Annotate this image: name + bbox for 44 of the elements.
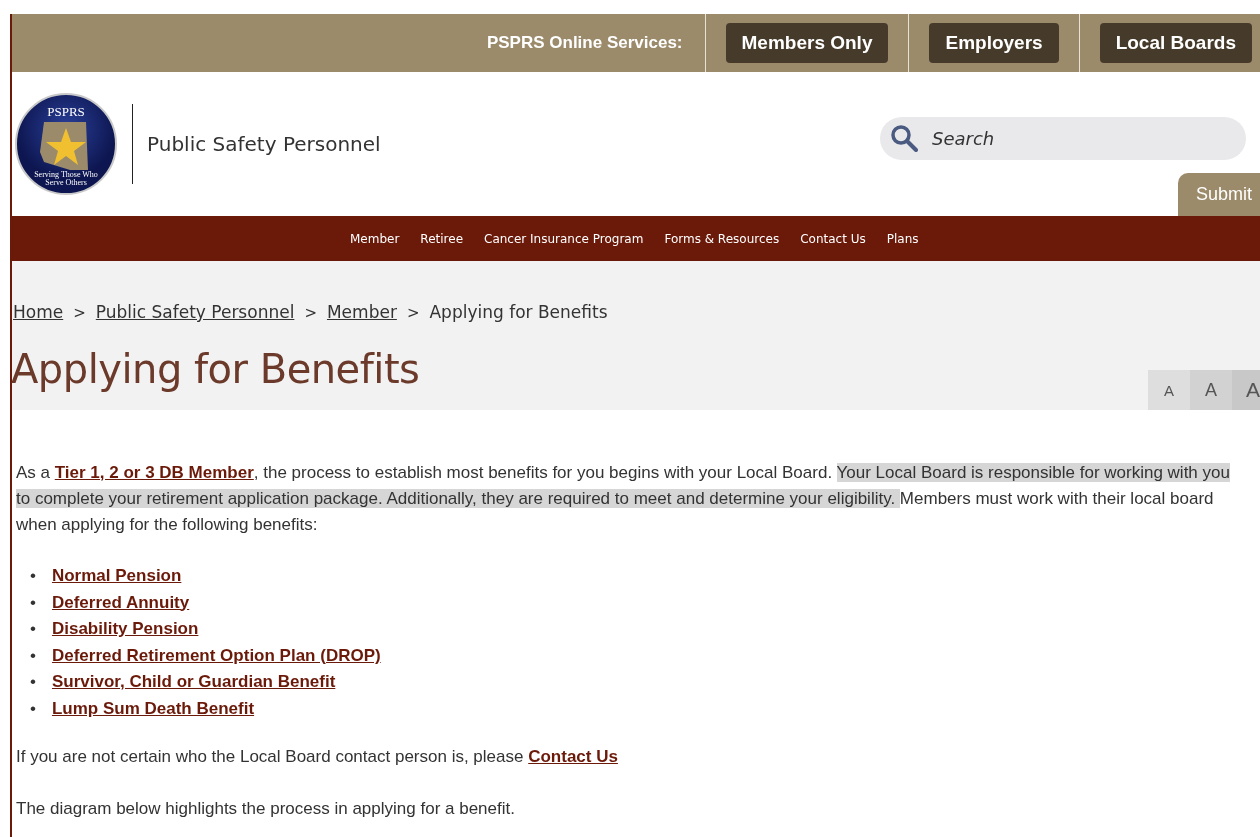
search-icon: [890, 124, 918, 152]
bullet: •: [30, 697, 36, 720]
bullet: •: [30, 565, 36, 587]
bullet: •: [30, 591, 36, 614]
online-services-label: PSPRS Online Services:: [486, 33, 684, 53]
benefit-link[interactable]: Deferred Annuity: [51, 589, 190, 616]
bullet: •: [30, 618, 36, 640]
benefit-link[interactable]: Deferred Retirement Option Plan (DROP): [51, 642, 381, 669]
nav-link[interactable]: Contact Us: [800, 231, 866, 246]
breadcrumb-link[interactable]: Home: [13, 302, 64, 322]
state-star-drawing: [40, 122, 88, 170]
diagram-note: The diagram below highlights the process in applying for a benefit.: [16, 798, 516, 820]
nav-link[interactable]: Cancer Insurance Program: [484, 231, 644, 246]
font-size-button[interactable]: A: [1232, 370, 1260, 410]
site-name: Public Safety Personnel: [147, 132, 381, 156]
portal-button[interactable]: Employers: [929, 23, 1059, 63]
portal-button[interactable]: Members Only: [725, 23, 889, 63]
breadcrumb-separator: >: [406, 304, 420, 322]
bullet: •: [30, 644, 36, 667]
nav-link[interactable]: Plans: [886, 231, 919, 246]
font-size-button[interactable]: A: [1190, 370, 1232, 410]
breadcrumb-link[interactable]: Member: [326, 302, 397, 322]
nav-link[interactable]: Member: [350, 231, 400, 246]
breadcrumb-current: Applying for Benefits: [429, 302, 608, 322]
portal-button[interactable]: Local Boards: [1099, 23, 1252, 63]
benefit-link[interactable]: Normal Pension: [51, 563, 182, 590]
member-link[interactable]: Tier 1, 2 or 3 DB Member: [54, 463, 254, 482]
bullet: •: [30, 671, 36, 693]
intro-paragraph: As a Tier 1, 2 or 3 DB Member, the process to establish most benefits for you begins with your Local Board. Your Local Board is responsible for working with you to complete your retirement application package. Additionally, they are required to meet and determine your eligibility. Members must work with their local board when applying for the following benefits:: [16, 462, 1231, 536]
breadcrumb-link[interactable]: Public Safety Personnel: [95, 302, 295, 322]
logo-abbr: PSPRS: [47, 104, 85, 119]
contact-link[interactable]: Contact Us: [528, 747, 618, 766]
benefit-link[interactable]: Lump Sum Death Benefit: [51, 695, 255, 722]
font-size-button[interactable]: A: [1148, 370, 1190, 410]
search-field[interactable]: Search: [880, 117, 1246, 160]
logo-motto: Serving Those Who: [34, 170, 98, 179]
contact-sentence: If you are not certain who the Local Board contact person is, please Contact Us: [16, 746, 619, 768]
nav-link[interactable]: Retiree: [420, 231, 463, 246]
nav-link[interactable]: Forms & Resources: [664, 231, 780, 246]
benefit-link[interactable]: Disability Pension: [51, 616, 199, 643]
benefit-link[interactable]: Survivor, Child or Guardian Benefit: [51, 669, 336, 696]
logo-motto: Serve Others: [45, 178, 87, 187]
breadcrumb-separator: >: [73, 304, 86, 322]
breadcrumb-separator: >: [304, 304, 317, 322]
